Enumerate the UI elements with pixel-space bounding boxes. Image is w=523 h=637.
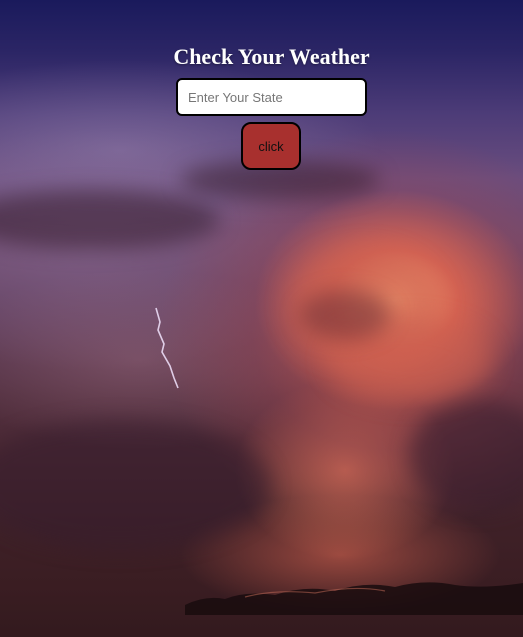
cloud-shape <box>300 290 390 340</box>
rocky-shoreline <box>185 582 523 615</box>
state-search-input[interactable] <box>176 78 367 116</box>
lightning-bolt <box>155 307 179 389</box>
cloud-shape <box>0 190 220 250</box>
cloud-shape <box>410 400 523 510</box>
cloud-shape <box>0 420 270 550</box>
page-title: Check Your Weather <box>173 44 370 69</box>
click-button[interactable]: click <box>241 122 301 170</box>
